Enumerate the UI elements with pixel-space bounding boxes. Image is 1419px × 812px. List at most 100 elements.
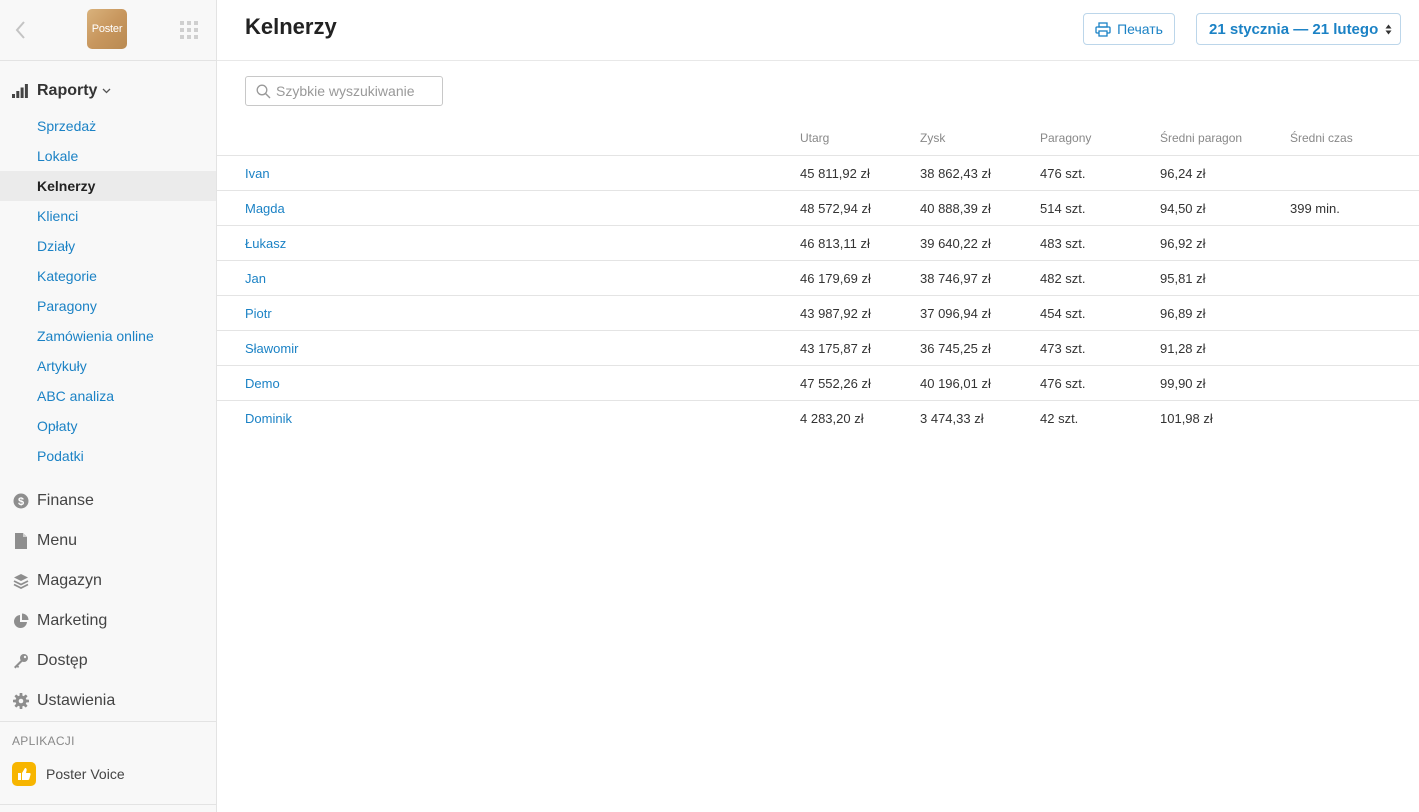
sidebar-item-paragony[interactable]: Paragony (0, 291, 216, 321)
table-body: Ivan 45 811,92 zł 38 862,43 zł 476 szt. 96,2… (217, 156, 1419, 436)
waiter-name[interactable]: Piotr (245, 306, 272, 321)
cell-sredni-paragon: 91,28 zł (1160, 341, 1206, 356)
apps-grid-button[interactable] (179, 20, 199, 40)
reports-menu-toggle[interactable]: Raporty (0, 78, 216, 104)
cell-utarg: 47 552,26 zł (800, 376, 871, 391)
grid-icon (180, 21, 198, 39)
search-box (245, 76, 443, 106)
sidebar-section-label: Finanse (37, 492, 94, 509)
table-row: Ivan 45 811,92 zł 38 862,43 zł 476 szt. 96,2… (217, 156, 1419, 191)
cell-zysk: 38 862,43 zł (920, 166, 991, 181)
sidebar-item-sprzedaz[interactable]: Sprzedaż (0, 111, 216, 141)
sidebar-top-bar: Poster (0, 0, 216, 61)
table-header: Utarg Zysk Paragony Średni paragon Średn… (217, 120, 1419, 156)
cell-paragony: 454 szt. (1040, 306, 1086, 321)
cell-sredni-paragon: 94,50 zł (1160, 201, 1206, 216)
dollar-icon: $ (12, 493, 29, 510)
sidebar-item-kategorie[interactable]: Kategorie (0, 261, 216, 291)
sidebar-section-magazyn[interactable]: Magazyn (0, 561, 216, 601)
sidebar-section-dostep[interactable]: Dostęp (0, 641, 216, 681)
waiter-name[interactable]: Łukasz (245, 236, 286, 251)
table-row: Łukasz 46 813,11 zł 39 640,22 zł 483 szt. 96… (217, 226, 1419, 261)
column-header-utarg[interactable]: Utarg (800, 131, 829, 145)
sidebar: Poster Raporty Sprzedaż Lokale Kelnerzy Kli… (0, 0, 217, 812)
sidebar-section-menu[interactable]: Menu (0, 521, 216, 561)
column-header-sredni-paragon[interactable]: Średni paragon (1160, 131, 1242, 145)
cell-sredni-paragon: 99,90 zł (1160, 376, 1206, 391)
cell-zysk: 36 745,25 zł (920, 341, 991, 356)
sidebar-section-ustawienia[interactable]: Ustawienia (0, 681, 216, 721)
sidebar-item-klienci[interactable]: Klienci (0, 201, 216, 231)
divider (0, 804, 216, 805)
sidebar-section-label: Ustawienia (37, 692, 116, 709)
main-content: Kelnerzy Печать 21 stycznia — 21 lutego … (217, 0, 1419, 812)
column-header-sredni-czas[interactable]: Średni czas (1290, 131, 1353, 145)
waiters-table: Utarg Zysk Paragony Średni paragon Średn… (217, 120, 1419, 436)
cell-utarg: 46 813,11 zł (800, 236, 870, 251)
cell-utarg: 43 987,92 zł (800, 306, 871, 321)
pie-chart-icon (12, 613, 29, 630)
cell-zysk: 38 746,97 zł (920, 271, 991, 286)
table-row: Piotr 43 987,92 zł 37 096,94 zł 454 szt. 96,… (217, 296, 1419, 331)
chevron-left-icon (15, 21, 25, 39)
waiter-name[interactable]: Magda (245, 201, 285, 216)
cell-paragony: 476 szt. (1040, 166, 1086, 181)
sidebar-item-oplaty[interactable]: Opłaty (0, 411, 216, 441)
waiter-name[interactable]: Jan (245, 271, 266, 286)
app-logo[interactable]: Poster (87, 9, 127, 49)
page-header: Kelnerzy Печать 21 stycznia — 21 lutego (217, 0, 1419, 61)
cell-utarg: 46 179,69 zł (800, 271, 871, 286)
print-button[interactable]: Печать (1083, 13, 1175, 45)
waiter-name[interactable]: Dominik (245, 411, 292, 426)
sidebar-item-artykuly[interactable]: Artykuły (0, 351, 216, 381)
page-title: Kelnerzy (245, 14, 337, 39)
date-range-picker[interactable]: 21 stycznia — 21 lutego (1196, 13, 1401, 45)
cell-paragony: 476 szt. (1040, 376, 1086, 391)
gear-icon (12, 693, 29, 710)
logo-text: Poster (91, 23, 123, 35)
sidebar-section-label: Magazyn (37, 572, 102, 589)
cell-sredni-paragon: 95,81 zł (1160, 271, 1206, 286)
key-icon (12, 653, 29, 670)
sidebar-section-label: Menu (37, 532, 78, 549)
bar-chart-icon (12, 84, 28, 98)
waiter-name[interactable]: Ivan (245, 166, 270, 181)
waiter-name[interactable]: Demo (245, 376, 280, 391)
column-header-zysk[interactable]: Zysk (920, 131, 945, 145)
reports-label: Raporty (37, 82, 98, 99)
document-icon (12, 533, 29, 550)
reports-submenu: Sprzedaż Lokale Kelnerzy Klienci Działy Kateg… (0, 111, 216, 471)
chevron-down-icon (102, 88, 111, 94)
cell-paragony: 514 szt. (1040, 201, 1086, 216)
sort-arrows-icon (1385, 24, 1392, 35)
date-range-label: 21 stycznia — 21 lutego (1209, 20, 1379, 38)
cell-sredni-paragon: 96,92 zł (1160, 236, 1206, 251)
svg-text:$: $ (17, 496, 23, 508)
back-button[interactable] (10, 17, 32, 43)
table-row: Magda 48 572,94 zł 40 888,39 zł 514 szt. 94,… (217, 191, 1419, 226)
search-input[interactable] (276, 77, 436, 105)
sidebar-section-marketing[interactable]: Marketing (0, 601, 216, 641)
sidebar-item-lokale[interactable]: Lokale (0, 141, 216, 171)
sidebar-section-finanse[interactable]: $ Finanse (0, 481, 216, 521)
apps-section-title: APLIKACJI (12, 734, 75, 748)
cell-zysk: 40 888,39 zł (920, 201, 991, 216)
sidebar-item-kelnerzy[interactable]: Kelnerzy (0, 171, 216, 201)
app-item-poster-voice[interactable]: Poster Voice (12, 762, 125, 786)
cell-paragony: 483 szt. (1040, 236, 1086, 251)
cell-zysk: 39 640,22 zł (920, 236, 991, 251)
waiter-name[interactable]: Sławomir (245, 341, 298, 356)
table-row: Jan 46 179,69 zł 38 746,97 zł 482 szt. 95,81… (217, 261, 1419, 296)
cell-zysk: 37 096,94 zł (920, 306, 991, 321)
column-header-paragony[interactable]: Paragony (1040, 131, 1091, 145)
cell-paragony: 482 szt. (1040, 271, 1086, 286)
cell-utarg: 4 283,20 zł (800, 411, 864, 426)
sidebar-item-zamowienia-online[interactable]: Zamówienia online (0, 321, 216, 351)
cell-utarg: 48 572,94 zł (800, 201, 871, 216)
table-row: Demo 47 552,26 zł 40 196,01 zł 476 szt. 99,9… (217, 366, 1419, 401)
sidebar-item-abc-analiza[interactable]: ABC analiza (0, 381, 216, 411)
sidebar-item-podatki[interactable]: Podatki (0, 441, 216, 471)
sidebar-item-dzialy[interactable]: Działy (0, 231, 216, 261)
thumbs-up-icon (12, 762, 36, 786)
cell-paragony: 473 szt. (1040, 341, 1086, 356)
